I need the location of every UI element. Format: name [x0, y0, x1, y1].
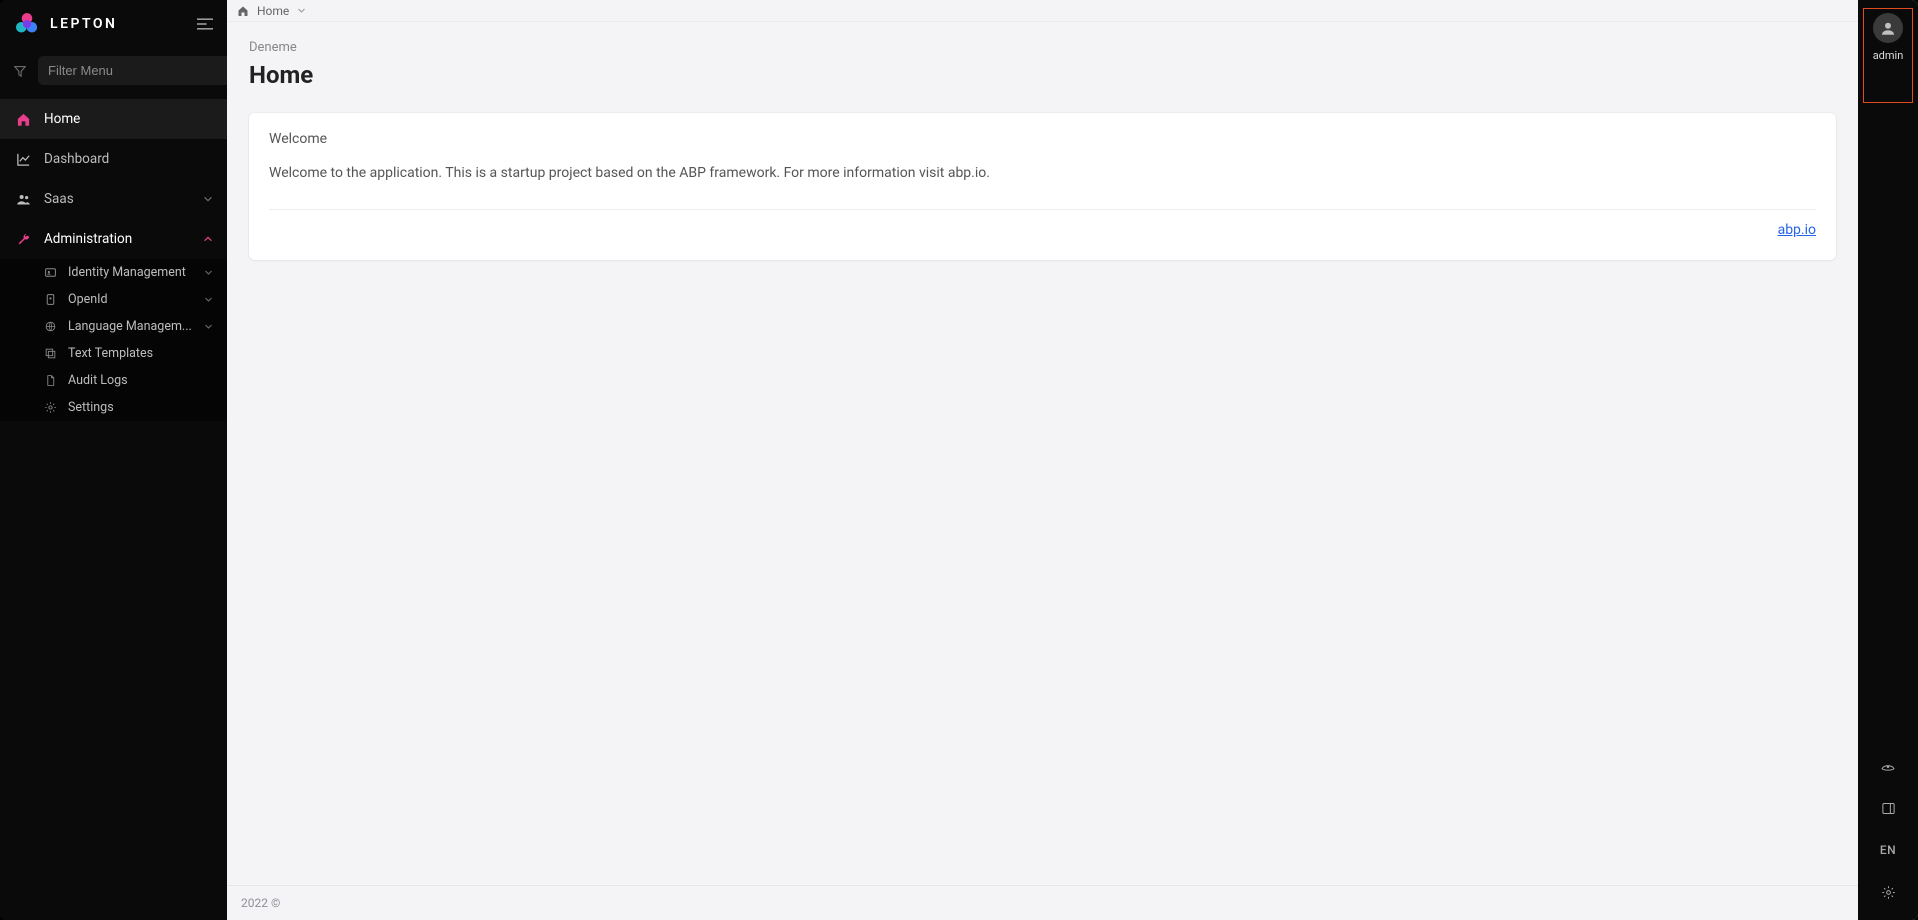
card-body: Welcome to the application. This is a st… — [249, 159, 1836, 197]
wrench-icon — [14, 232, 32, 247]
chevron-down-icon — [204, 295, 213, 304]
sidebar-subitem-openid[interactable]: OpenId — [0, 286, 227, 313]
page-title: Home — [249, 61, 1836, 89]
sidebar-item-label: Dashboard — [44, 151, 213, 167]
main-menu: Home Dashboard Saas Administration — [0, 99, 227, 421]
home-icon — [237, 5, 249, 17]
filter-menu-input[interactable] — [38, 56, 234, 85]
sidebar-item-saas[interactable]: Saas — [0, 179, 227, 219]
users-icon — [14, 192, 32, 207]
sidebar-item-label: Administration — [44, 231, 203, 247]
brand-logo-icon — [14, 11, 40, 37]
sidebar-item-label: Home — [44, 111, 213, 127]
footer-text: 2022 © — [241, 896, 280, 910]
chevron-down-icon — [297, 6, 306, 15]
sidebar-subitem-text-templates[interactable]: Text Templates — [0, 340, 227, 367]
breadcrumb-item[interactable]: Home — [257, 4, 289, 18]
chevron-down-icon — [204, 268, 213, 277]
filter-row — [0, 48, 227, 99]
gear-icon — [44, 401, 60, 414]
divider — [269, 209, 1816, 210]
sidebar-subitem-language[interactable]: Language Managem... — [0, 313, 227, 340]
sidebar-subitem-label: Language Managem... — [68, 319, 204, 334]
sidebar-subitem-settings[interactable]: Settings — [0, 394, 227, 421]
globe-icon — [44, 320, 60, 333]
breadcrumb: Home — [227, 0, 1858, 22]
id-badge-icon — [44, 293, 60, 306]
card-header: Welcome — [249, 113, 1836, 159]
sidebar-item-dashboard[interactable]: Dashboard — [0, 139, 227, 179]
sidebar-subitem-label: Settings — [68, 400, 213, 415]
administration-submenu: Identity Management OpenId Language Mana… — [0, 259, 227, 421]
rightbar: admin EN — [1858, 0, 1918, 920]
abp-link[interactable]: abp.io — [1778, 222, 1816, 238]
sidebar-item-home[interactable]: Home — [0, 99, 227, 139]
sidebar-item-label: Saas — [44, 191, 203, 207]
avatar-icon — [1873, 13, 1903, 43]
file-icon — [44, 374, 60, 387]
layout-icon[interactable] — [1876, 796, 1900, 820]
brand[interactable]: LEPTON — [14, 11, 117, 37]
sidebar-subitem-label: Identity Management — [68, 265, 204, 280]
brand-name: LEPTON — [50, 16, 117, 32]
sidebar-item-administration[interactable]: Administration — [0, 219, 227, 259]
user-block[interactable]: admin — [1863, 8, 1913, 103]
chevron-down-icon — [204, 322, 213, 331]
sidebar-subitem-label: Audit Logs — [68, 373, 213, 388]
sidebar-subitem-label: Text Templates — [68, 346, 213, 361]
theme-toggle-icon[interactable] — [1876, 754, 1900, 778]
welcome-card: Welcome Welcome to the application. This… — [249, 113, 1836, 260]
chevron-up-icon — [203, 234, 213, 244]
chevron-down-icon — [203, 194, 213, 204]
sidebar-subitem-audit-logs[interactable]: Audit Logs — [0, 367, 227, 394]
sidebar-subitem-identity[interactable]: Identity Management — [0, 259, 227, 286]
home-icon — [14, 112, 32, 127]
app-name: Deneme — [249, 40, 1836, 55]
language-button[interactable]: EN — [1876, 838, 1900, 862]
page-header: Deneme Home — [227, 22, 1858, 95]
settings-gear-icon[interactable] — [1876, 880, 1900, 904]
chart-line-icon — [14, 152, 32, 167]
content-area: Home Deneme Home Welcome Welcome to the … — [227, 0, 1858, 920]
sidebar-subitem-label: OpenId — [68, 292, 204, 307]
brand-row: LEPTON — [0, 0, 227, 48]
layers-icon — [44, 347, 60, 360]
id-card-icon — [44, 266, 60, 279]
user-name: admin — [1873, 49, 1904, 62]
footer: 2022 © — [227, 885, 1858, 920]
filter-icon — [14, 65, 26, 77]
sidebar: LEPTON Home Dashboard Saas — [0, 0, 227, 920]
sidebar-toggle-icon[interactable] — [197, 18, 213, 30]
